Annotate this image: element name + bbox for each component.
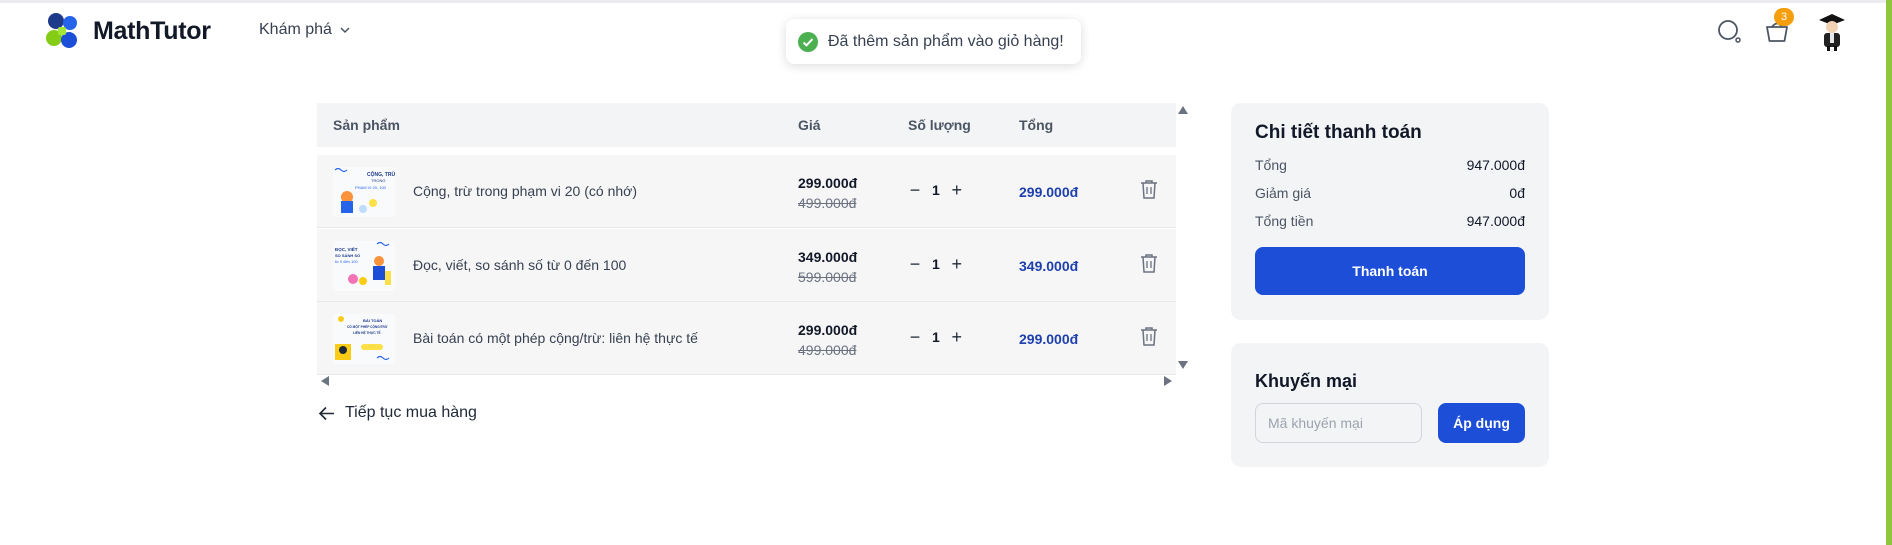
- quantity-stepper: − 1 +: [908, 327, 964, 347]
- cart-table-header: Sản phẩm Giá Số lượng Tổng: [317, 103, 1176, 147]
- check-circle-icon: [798, 31, 818, 52]
- svg-text:PHẠM VI 20, 100: PHẠM VI 20, 100: [355, 185, 387, 190]
- svg-text:từ 0 đến 100: từ 0 đến 100: [335, 259, 358, 264]
- quantity-value: 1: [932, 329, 940, 345]
- cart-page: MathTutor Khám phá Đã thêm sản phẩm vào …: [0, 0, 1892, 545]
- subtotal-label: Tổng: [1255, 157, 1287, 173]
- svg-text:SO SÁNH SỐ: SO SÁNH SỐ: [335, 253, 360, 258]
- payment-summary: Chi tiết thanh toán Tổng 947.000đ Giảm g…: [1231, 103, 1549, 320]
- trash-icon[interactable]: [1140, 179, 1158, 199]
- grand-total-value: 947.000đ: [1466, 213, 1525, 229]
- arrow-left-icon: [318, 406, 334, 420]
- continue-shopping-link[interactable]: Tiếp tục mua hàng: [318, 404, 477, 422]
- trash-icon[interactable]: [1140, 253, 1158, 273]
- quantity-stepper: − 1 +: [908, 254, 964, 274]
- avatar[interactable]: [1817, 11, 1847, 51]
- summary-title: Chi tiết thanh toán: [1255, 122, 1422, 143]
- quantity-value: 1: [932, 182, 940, 198]
- chevron-down-icon: [340, 27, 350, 34]
- toast-notification: Đã thêm sản phẩm vào giỏ hàng!: [786, 19, 1081, 64]
- scroll-up-arrow-icon[interactable]: [1177, 105, 1189, 115]
- line-total: 349.000đ: [1019, 258, 1079, 274]
- promo-panel: Khuyến mại Áp dụng: [1231, 343, 1549, 467]
- svg-text:CỘNG, TRỪ: CỘNG, TRỪ: [367, 170, 395, 178]
- trash-icon[interactable]: [1140, 326, 1158, 346]
- quantity-value: 1: [932, 256, 940, 272]
- product-thumbnail[interactable]: BÀI TOÁN CÓ MỘT PHÉP CỘNG/TRỪ LIÊN HỆ TH…: [333, 314, 395, 364]
- product-name[interactable]: Đọc, viết, so sánh số từ 0 đến 100: [413, 257, 626, 273]
- original-price: 499.000đ: [798, 195, 857, 211]
- promo-title: Khuyến mại: [1255, 371, 1358, 391]
- product-price: 299.000đ 499.000đ: [798, 320, 857, 360]
- product-price: 349.000đ 599.000đ: [798, 247, 857, 287]
- line-total: 299.000đ: [1019, 184, 1079, 200]
- grand-total-label: Tổng tiền: [1255, 213, 1314, 229]
- product-price: 299.000đ 499.000đ: [798, 173, 857, 213]
- explore-label: Khám phá: [259, 21, 332, 38]
- increase-button[interactable]: +: [950, 327, 964, 347]
- scroll-down-arrow-icon[interactable]: [1177, 360, 1189, 370]
- apply-promo-button[interactable]: Áp dụng: [1438, 403, 1525, 443]
- puzzle-logo-icon: [46, 13, 77, 48]
- cart-row: ĐỌC, VIẾT SO SÁNH SỐ từ 0 đến 100 Đọc, v…: [317, 229, 1176, 302]
- promo-code-input[interactable]: [1255, 403, 1422, 443]
- col-total: Tổng: [1019, 117, 1054, 133]
- increase-button[interactable]: +: [950, 180, 964, 200]
- svg-text:BÀI TOÁN: BÀI TOÁN: [363, 318, 382, 323]
- subtotal-value: 947.000đ: [1466, 157, 1525, 173]
- page-edge-stripe: [1886, 0, 1892, 545]
- grand-total-row: Tổng tiền 947.000đ: [1255, 213, 1525, 229]
- discount-label: Giảm giá: [1255, 185, 1312, 201]
- svg-text:TRONG: TRONG: [371, 178, 385, 183]
- subtotal-row: Tổng 947.000đ: [1255, 157, 1525, 173]
- product-thumbnail[interactable]: ĐỌC, VIẾT SO SÁNH SỐ từ 0 đến 100: [333, 241, 395, 291]
- cart-row: BÀI TOÁN CÓ MỘT PHÉP CỘNG/TRỪ LIÊN HỆ TH…: [317, 302, 1176, 375]
- product-name[interactable]: Cộng, trừ trong phạm vi 20 (có nhớ): [413, 183, 637, 199]
- current-price: 349.000đ: [798, 249, 858, 265]
- product-name[interactable]: Bài toán có một phép cộng/trừ: liên hệ t…: [413, 330, 698, 346]
- col-quantity: Số lượng: [908, 117, 971, 133]
- decrease-button[interactable]: −: [908, 180, 922, 200]
- search-icon[interactable]: [1716, 18, 1742, 46]
- svg-text:CÓ MỘT PHÉP CỘNG/TRỪ: CÓ MỘT PHÉP CỘNG/TRỪ: [347, 324, 388, 329]
- discount-value: 0đ: [1509, 185, 1525, 201]
- current-price: 299.000đ: [798, 175, 858, 191]
- discount-row: Giảm giá 0đ: [1255, 185, 1525, 201]
- original-price: 599.000đ: [798, 269, 857, 285]
- current-price: 299.000đ: [798, 322, 858, 338]
- original-price: 499.000đ: [798, 342, 857, 358]
- continue-shopping-label: Tiếp tục mua hàng: [345, 404, 477, 421]
- brand-logo[interactable]: MathTutor: [43, 10, 211, 52]
- col-product: Sản phẩm: [333, 117, 400, 133]
- scroll-right-arrow-icon[interactable]: [1163, 375, 1173, 387]
- decrease-button[interactable]: −: [908, 327, 922, 347]
- svg-text:LIÊN HỆ THỰC TẾ: LIÊN HỆ THỰC TẾ: [353, 330, 381, 335]
- toast-message: Đã thêm sản phẩm vào giỏ hàng!: [828, 32, 1064, 50]
- cart-table: Sản phẩm Giá Số lượng Tổng CỘNG, TRỪ TRO…: [317, 103, 1176, 380]
- brand-name: MathTutor: [93, 16, 211, 45]
- explore-menu[interactable]: Khám phá: [259, 21, 352, 39]
- svg-text:ĐỌC, VIẾT: ĐỌC, VIẾT: [335, 246, 358, 252]
- cart-row: CỘNG, TRỪ TRONG PHẠM VI 20, 100 Cộng, tr…: [317, 155, 1176, 228]
- cart-count-badge: 3: [1774, 8, 1794, 26]
- product-thumbnail[interactable]: CỘNG, TRỪ TRONG PHẠM VI 20, 100: [333, 167, 395, 217]
- decrease-button[interactable]: −: [908, 254, 922, 274]
- top-divider: [0, 0, 1892, 3]
- checkout-button[interactable]: Thanh toán: [1255, 247, 1525, 295]
- line-total: 299.000đ: [1019, 331, 1079, 347]
- quantity-stepper: − 1 +: [908, 180, 964, 200]
- increase-button[interactable]: +: [950, 254, 964, 274]
- col-price: Giá: [798, 117, 821, 133]
- scroll-left-arrow-icon[interactable]: [320, 375, 330, 387]
